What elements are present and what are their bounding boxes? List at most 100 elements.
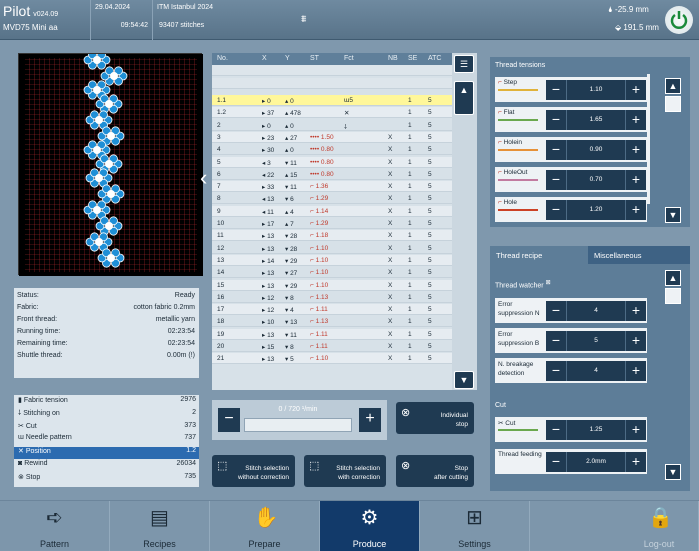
table-row[interactable]: 3 ▸ 23 ▴ 27 •••• 1.50 X 1 5	[212, 131, 452, 143]
table-cell: ⌐ 1.29	[310, 195, 329, 203]
watcher-minus[interactable]: −	[546, 361, 566, 381]
column-header[interactable]: SE	[408, 55, 417, 62]
nav-settings[interactable]: ⊞ Settings	[420, 501, 530, 551]
tension-stepper[interactable]: −0.70 +	[546, 170, 646, 190]
nav-produce[interactable]: ⚙ Produce	[320, 501, 420, 551]
collapse-arrow-icon[interactable]: ‹	[200, 165, 207, 191]
table-row[interactable]: 7 ▸ 33 ▾ 11 ⌐ 1.36 X 1 5	[212, 181, 452, 193]
tension-minus[interactable]: −	[546, 110, 566, 130]
counter-row[interactable]: ⸸ Stitching on 2	[14, 409, 199, 421]
counter-row[interactable]: ✂ Cut 373	[14, 422, 199, 434]
nav-prepare[interactable]: ✋ Prepare	[210, 501, 320, 551]
column-header[interactable]: X	[262, 55, 267, 62]
tension-scroll-thumb[interactable]	[665, 96, 681, 112]
counter-row[interactable]: ⊗ Stop 735	[14, 473, 199, 485]
cut-minus[interactable]: −	[546, 420, 566, 440]
power-icon[interactable]	[665, 6, 693, 34]
tension-stepper[interactable]: −1.10 +	[546, 80, 646, 100]
tab-miscellaneous[interactable]: Miscellaneous	[588, 246, 690, 264]
scroll-down-button[interactable]: ▼	[454, 371, 474, 389]
table-row[interactable]: 18 ▸ 10 ▾ 13 ⌐ 1.13 X 1 5	[212, 316, 452, 328]
watcher-stepper[interactable]: −5 +	[546, 331, 646, 351]
tension-stepper[interactable]: −0.90 +	[546, 140, 646, 160]
scroll-up-button[interactable]: ▲	[454, 81, 474, 115]
table-row[interactable]: 1.2 ▸ 37 ▴ 478 ✕ 1 5	[212, 107, 452, 119]
tension-plus[interactable]: +	[626, 170, 646, 190]
nav-pattern[interactable]: ➪ Pattern	[0, 501, 110, 551]
speed-minus-button[interactable]: −	[218, 408, 240, 432]
table-row[interactable]: 9 ◂ 11 ▴ 4 ⌐ 1.14 X 1 5	[212, 205, 452, 217]
recipe-scroll-thumb[interactable]	[665, 288, 681, 304]
table-row[interactable]: 11 ▸ 13 ▾ 28 ⌐ 1.18 X 1 5	[212, 230, 452, 242]
column-header[interactable]: NB	[388, 55, 398, 62]
table-row[interactable]: 14 ▸ 13 ▾ 27 ⌐ 1.10 X 1 5	[212, 267, 452, 279]
menu-icon[interactable]: ☰	[454, 55, 474, 73]
speed-bar[interactable]	[244, 418, 352, 432]
cut-plus[interactable]: +	[626, 420, 646, 440]
watcher-stepper[interactable]: −4 +	[546, 361, 646, 381]
machine-icon: ⩩	[301, 14, 307, 25]
column-header[interactable]: Y	[285, 55, 290, 62]
recipe-scroll-down[interactable]: ▼	[665, 464, 681, 480]
table-row[interactable]: 15 ▸ 13 ▾ 29 ⌐ 1.10 X 1 5	[212, 279, 452, 291]
counter-row[interactable]: ✕ Position 1.2	[14, 447, 199, 459]
table-row[interactable]: 4 ▸ 30 ▴ 0 •••• 0.80 X 1 5	[212, 144, 452, 156]
tension-minus[interactable]: −	[546, 80, 566, 100]
table-row[interactable]: 10 ▸ 17 ▴ 7 ⌐ 1.29 X 1 5	[212, 218, 452, 229]
watcher-plus[interactable]: +	[626, 331, 646, 351]
table-row[interactable]: 20 ▸ 15 ▾ 8 ⌐ 1.11 X 1 5	[212, 341, 452, 352]
counter-row[interactable]: ɯ Needle pattern 737	[14, 434, 199, 446]
table-row[interactable]: 16 ▸ 12 ▾ 8 ⌐ 1.13 X 1 5	[212, 292, 452, 303]
table-row[interactable]: 21 ▸ 13 ▾ 5 ⌐ 1.10 X 1 5	[212, 353, 452, 365]
watcher-plus[interactable]: +	[626, 361, 646, 381]
stop-after-cutting-button[interactable]: ⊗ Stop after cutting	[396, 455, 474, 487]
tension-scroll-down[interactable]: ▼	[665, 207, 681, 223]
watcher-stepper[interactable]: −4 +	[546, 301, 646, 321]
feed-minus[interactable]: −	[546, 452, 566, 472]
tension-minus[interactable]: −	[546, 170, 566, 190]
table-row[interactable]: 5 ◂ 3 ▾ 11 •••• 0.80 X 1 5	[212, 156, 452, 168]
tension-stepper[interactable]: −1.20 +	[546, 200, 646, 220]
tension-stepper[interactable]: −1.65 +	[546, 110, 646, 130]
recipe-scroll-up[interactable]: ▲	[665, 270, 681, 286]
table-row[interactable]: 19 ▸ 13 ▾ 11 ⌐ 1.11 X 1 5	[212, 328, 452, 340]
tension-plus[interactable]: +	[626, 80, 646, 100]
pattern-preview[interactable]	[18, 50, 203, 276]
column-header[interactable]: ATC	[428, 55, 441, 62]
counter-key: ⸸ Stitching on	[18, 409, 60, 417]
tension-plus[interactable]: +	[626, 140, 646, 160]
table-row[interactable]: 17 ▸ 12 ▾ 4 ⌐ 1.11 X 1 5	[212, 304, 452, 316]
feed-stepper[interactable]: −2.0mm +	[546, 452, 646, 472]
nav-log-out[interactable]: 🔒 Log-out	[620, 501, 699, 551]
watcher-plus[interactable]: +	[626, 301, 646, 321]
tension-minus[interactable]: −	[546, 200, 566, 220]
counter-row[interactable]: ▮ Fabric tension 2976	[14, 396, 199, 408]
table-cell: ✕	[344, 110, 350, 118]
tension-scroll-up[interactable]: ▲	[665, 78, 681, 94]
individual-stop-button[interactable]: ⊗ Individual stop	[396, 402, 474, 434]
table-row[interactable]: 13 ▸ 14 ▾ 29 ⌐ 1.10 X 1 5	[212, 254, 452, 266]
cut-stepper[interactable]: −1.25 +	[546, 420, 646, 440]
column-header[interactable]: Fct	[344, 55, 354, 62]
counter-row[interactable]: ◙ Rewind 26034	[14, 460, 199, 472]
watcher-minus[interactable]: −	[546, 331, 566, 351]
nav-recipes[interactable]: ▤ Recipes	[110, 501, 210, 551]
tab-thread-recipe[interactable]: Thread recipe	[490, 246, 588, 264]
stitch-selection-without-correction-button[interactable]: ⬚ Stitch selection without correction	[212, 455, 295, 487]
table-row[interactable]: 2 ▸ 0 ▴ 0 ⸸ 1 5	[212, 120, 452, 131]
tension-plus[interactable]: +	[626, 200, 646, 220]
speed-plus-button[interactable]: +	[359, 408, 381, 432]
table-row[interactable]: 1.1 ▸ 0 ▴ 0 ɯ5 1 5	[212, 95, 452, 106]
tension-minus[interactable]: −	[546, 140, 566, 160]
column-header[interactable]: No.	[217, 55, 228, 62]
column-header[interactable]: ST	[310, 55, 319, 62]
tension-plus[interactable]: +	[626, 110, 646, 130]
logout-icon: 🔒	[648, 507, 673, 529]
watcher-minus[interactable]: −	[546, 301, 566, 321]
table-row[interactable]: 6 ◂ 22 ▴ 15 •••• 0.80 X 1 5	[212, 169, 452, 180]
stitch-selection-with-correction-button[interactable]: ⬚ Stitch selection with correction	[304, 455, 386, 487]
table-row[interactable]: 12 ▸ 13 ▾ 28 ⌐ 1.10 X 1 5	[212, 243, 452, 254]
table-cell: 18	[217, 318, 225, 326]
feed-plus[interactable]: +	[626, 452, 646, 472]
table-row[interactable]: 8 ◂ 13 ▾ 6 ⌐ 1.29 X 1 5	[212, 193, 452, 205]
